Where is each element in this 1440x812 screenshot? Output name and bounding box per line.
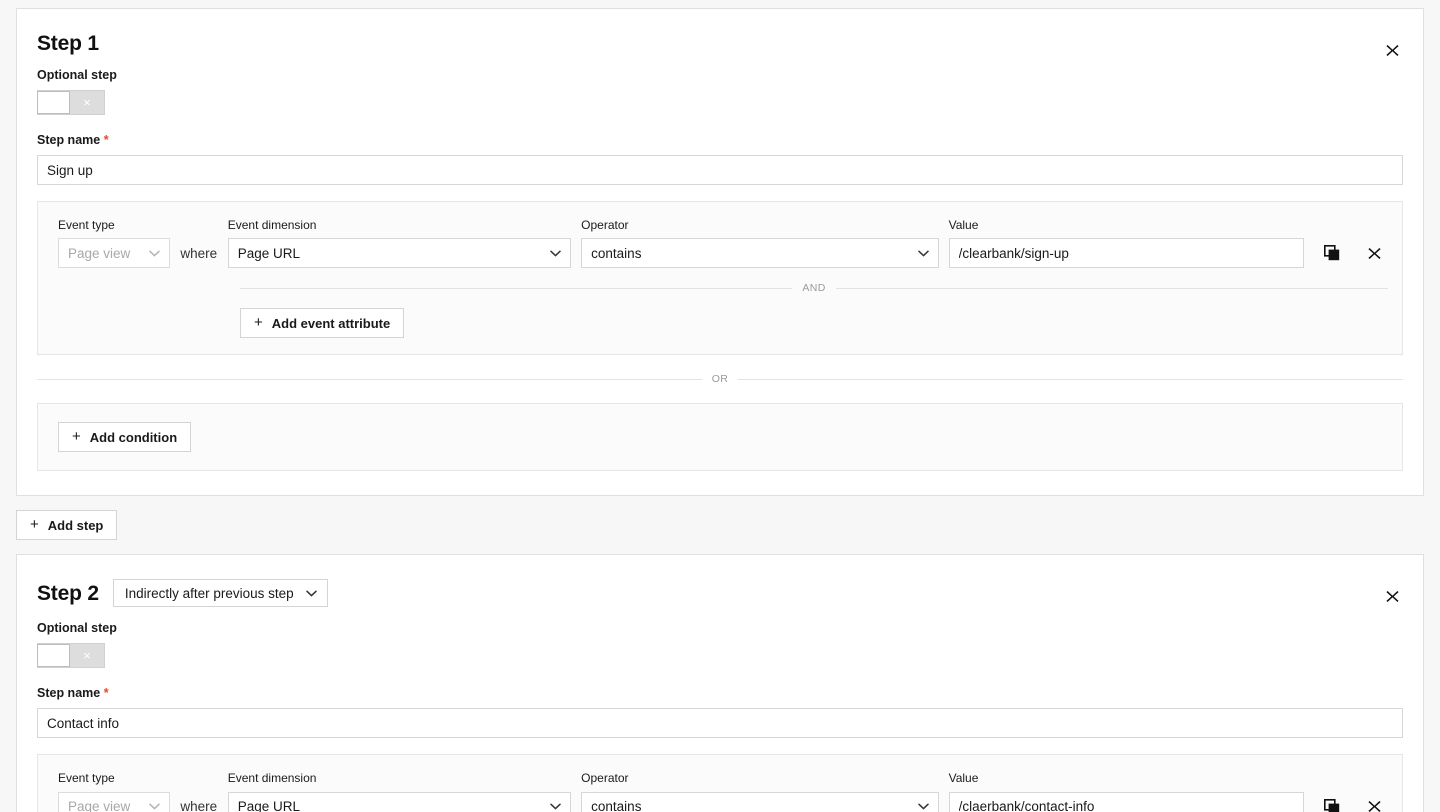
event-type-label: Event type xyxy=(58,771,115,786)
step-2-operator-select[interactable]: contains xyxy=(581,791,939,812)
remove-step-1-button[interactable] xyxy=(1383,41,1401,59)
step-2-event-type-select[interactable]: Page view xyxy=(58,791,170,812)
step-2-condition-group: Event type Page view where Event dimensi… xyxy=(37,754,1403,812)
toggle-off-x-icon: × xyxy=(83,95,91,110)
step-2-value-input[interactable] xyxy=(948,791,1304,812)
step-2-condition-row-1: Event type Page view where Event dimensi… xyxy=(58,771,1388,812)
close-icon xyxy=(1367,801,1381,812)
add-condition-button[interactable]: + Add condition xyxy=(58,422,192,453)
step-1-event-type-select[interactable]: Page view xyxy=(58,238,170,269)
required-asterisk: * xyxy=(103,133,109,147)
duplicate-icon xyxy=(1324,245,1340,261)
and-divider: AND xyxy=(240,282,1388,294)
step-1-header: Step 1 xyxy=(37,33,1403,54)
step-1-event-type-field: Event type Page view xyxy=(58,218,170,269)
close-icon xyxy=(1385,44,1399,56)
step-2-name-label: Step name * xyxy=(37,686,109,701)
step-1-value-field: Value xyxy=(948,218,1304,269)
step-2-event-dimension-select[interactable]: Page URL xyxy=(227,791,572,812)
operator-value: contains xyxy=(591,245,642,261)
event-type-label: Event type xyxy=(58,218,115,232)
toggle-knob xyxy=(37,91,70,114)
chevron-down-icon xyxy=(149,250,160,257)
step-2-relation-value: Indirectly after previous step xyxy=(124,585,294,601)
operator-label: Operator xyxy=(581,218,629,232)
close-icon xyxy=(1385,590,1399,602)
or-divider: OR xyxy=(37,373,1403,385)
step-2-row-actions xyxy=(1318,792,1388,812)
remove-step-2-button[interactable] xyxy=(1383,587,1401,605)
step-1-condition-row-1: Event type Page view where Event dimensi… xyxy=(58,218,1388,269)
add-event-attribute-label: Add event attribute xyxy=(271,315,391,331)
value-label: Value xyxy=(948,771,979,786)
add-event-attribute-button[interactable]: + Add event attribute xyxy=(240,308,405,339)
add-step-label: Add step xyxy=(47,517,104,533)
duplicate-condition-button[interactable] xyxy=(1318,793,1346,812)
add-step-area: + Add step xyxy=(16,496,1424,554)
toggle-off-x-icon: × xyxy=(83,648,91,664)
toggle-knob xyxy=(37,644,70,668)
duplicate-condition-button[interactable] xyxy=(1318,239,1346,267)
step-2-event-type-field: Event type Page view xyxy=(58,771,170,812)
plus-icon: + xyxy=(254,314,263,332)
required-asterisk: * xyxy=(103,686,109,701)
chevron-down-icon xyxy=(917,250,929,257)
step-2-event-dimension-field: Event dimension Page URL xyxy=(227,771,572,812)
funnel-step-builder: Step 1 Optional step × Step name * Event… xyxy=(0,0,1440,812)
step-card-1: Step 1 Optional step × Step name * Event… xyxy=(16,8,1424,497)
duplicate-icon xyxy=(1324,798,1340,812)
remove-condition-button[interactable] xyxy=(1360,793,1388,812)
plus-icon: + xyxy=(30,516,39,534)
step-1-where-label: where xyxy=(180,245,218,261)
event-dimension-label: Event dimension xyxy=(227,771,317,786)
step-2-header: Step 2 Indirectly after previous step xyxy=(37,579,1403,608)
step-2-operator-field: Operator contains xyxy=(581,771,939,812)
step-1-event-dimension-field: Event dimension Page URL xyxy=(227,218,572,269)
step-2-title: Step 2 xyxy=(37,581,99,605)
step-1-name-label: Step name * xyxy=(37,133,109,147)
event-dimension-value: Page URL xyxy=(237,799,301,812)
event-type-value: Page view xyxy=(68,245,131,261)
step-2-optional-toggle[interactable]: × xyxy=(37,643,105,669)
step-1-optional-toggle[interactable]: × xyxy=(37,90,105,115)
plus-icon: + xyxy=(72,428,81,446)
event-dimension-value: Page URL xyxy=(237,245,301,261)
step-2-optional-label: Optional step xyxy=(37,621,117,636)
step-1-operator-field: Operator contains xyxy=(581,218,939,269)
chevron-down-icon xyxy=(149,803,160,810)
step-card-2: Step 2 Indirectly after previous step Op… xyxy=(16,554,1424,812)
operator-value: contains xyxy=(591,799,642,812)
event-type-value: Page view xyxy=(68,799,131,812)
chevron-down-icon xyxy=(550,250,561,257)
step-2-value-field: Value xyxy=(948,771,1304,812)
step-2-relation-select[interactable]: Indirectly after previous step xyxy=(112,579,328,608)
step-1-name-input[interactable] xyxy=(37,155,1403,185)
value-label: Value xyxy=(948,218,979,232)
step-1-condition-group: Event type Page view where Event dimensi… xyxy=(37,201,1403,356)
chevron-down-icon xyxy=(917,803,929,810)
event-dimension-label: Event dimension xyxy=(227,218,317,232)
add-step-button[interactable]: + Add step xyxy=(16,510,118,541)
step-2-name-input[interactable] xyxy=(37,708,1403,739)
close-icon xyxy=(1367,247,1381,259)
step-1-value-input[interactable] xyxy=(948,238,1304,269)
step-1-event-dimension-select[interactable]: Page URL xyxy=(227,238,572,269)
step-2-where-label: where xyxy=(180,799,218,812)
chevron-down-icon xyxy=(305,590,317,597)
operator-label: Operator xyxy=(581,771,629,786)
step-1-row-actions xyxy=(1318,238,1388,268)
step-1-add-condition-area: + Add condition xyxy=(37,403,1403,472)
step-1-title: Step 1 xyxy=(37,32,99,55)
chevron-down-icon xyxy=(550,803,561,810)
remove-condition-button[interactable] xyxy=(1360,239,1388,267)
step-1-operator-select[interactable]: contains xyxy=(581,238,939,269)
add-condition-label: Add condition xyxy=(89,429,178,445)
step-1-optional-label: Optional step xyxy=(37,68,117,82)
